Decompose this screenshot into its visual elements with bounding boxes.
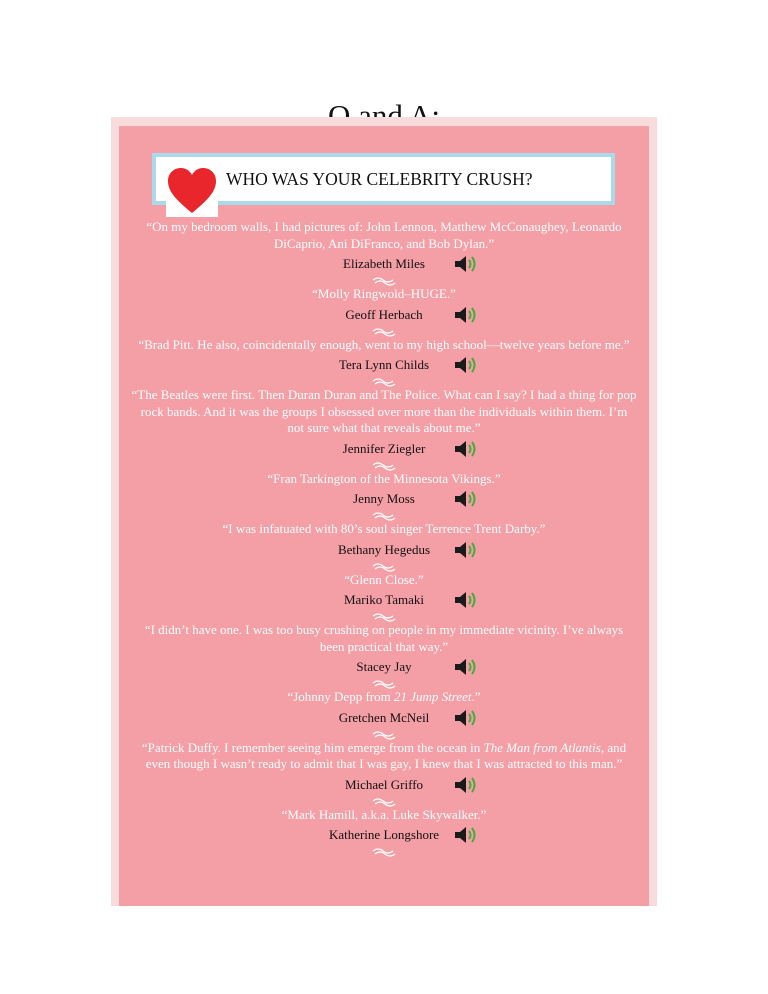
quote-title: 21 Jump Street — [393, 689, 472, 704]
quote-text: “Molly Ringwold–HUGE.” — [312, 286, 456, 301]
speaker-icon[interactable] — [453, 774, 479, 796]
author-name: Bethany Hegedus — [337, 541, 431, 557]
ornament-icon — [372, 512, 396, 521]
author-row: Michael Griffo — [131, 773, 637, 797]
heart-icon — [166, 168, 218, 217]
speaker-icon[interactable] — [453, 707, 479, 729]
author-row: Stacey Jay — [131, 655, 637, 679]
quote-text: “Glenn Close.” — [344, 571, 424, 587]
list-item: “Glenn Close.” Mariko Tamaki — [131, 572, 637, 623]
quote-text-part: “Patrick Duffy. I remember seeing him em… — [141, 739, 484, 755]
list-item: “Mark Hamill, a.k.a. Luke Skywalker.” Ka… — [131, 807, 637, 858]
ornament-icon — [372, 327, 396, 337]
author-row: Mariko Tamaki — [131, 588, 637, 612]
quote-text: “Brad Pitt. He also, coincidentally enou… — [138, 336, 630, 352]
question-box: WHO WAS YOUR CELEBRITY CRUSH? — [152, 153, 615, 205]
question-text: WHO WAS YOUR CELEBRITY CRUSH? — [156, 157, 611, 201]
author-row: Elizabeth Miles — [131, 252, 637, 276]
list-item: “Johnny Depp from 21 Jump Street.” Gretc… — [131, 689, 637, 740]
ornament-icon — [372, 848, 396, 857]
author-name: Elizabeth Miles — [343, 256, 425, 271]
author-row: Gretchen McNeil — [131, 706, 637, 730]
list-item: “Molly Ringwold–HUGE.” Geoff Herbach — [131, 286, 637, 337]
ornament-icon — [372, 562, 396, 572]
quote-text: “I was infatuated with 80’s soul singer … — [222, 521, 546, 536]
quote-text: “Fran Tarkington of the Minnesota Viking… — [267, 470, 501, 486]
quote-text-part: .” — [471, 689, 481, 704]
list-item: “Fran Tarkington of the Minnesota Viking… — [131, 471, 637, 522]
ornament-icon — [372, 613, 396, 622]
ornament-icon — [372, 680, 396, 689]
quote-title: The Man from Atlantis — [483, 739, 601, 755]
ornament-icon — [372, 277, 396, 286]
author-name: Michael Griffo — [344, 776, 424, 792]
quote-text: “Patrick Duffy. I remember seeing him em… — [131, 740, 637, 773]
ornament-icon — [372, 730, 396, 740]
author-name: Katherine Longshore — [328, 827, 440, 842]
speaker-icon[interactable] — [453, 438, 479, 460]
author-row: Katherine Longshore — [131, 823, 637, 847]
quote-text: “Mark Hamill, a.k.a. Luke Skywalker.” — [281, 806, 487, 822]
speaker-icon[interactable] — [453, 824, 479, 846]
author-name: Tera Lynn Childs — [338, 357, 430, 372]
speaker-icon[interactable] — [453, 656, 479, 678]
quote-text: “On my bedroom walls, I had pictures of:… — [146, 219, 622, 251]
author-row: Geoff Herbach — [131, 303, 637, 327]
author-row: Bethany Hegedus — [131, 538, 637, 562]
quote-text: “I didn’t have one. I was too busy crush… — [144, 622, 624, 654]
author-row: Jennifer Ziegler — [131, 437, 637, 461]
speaker-icon[interactable] — [453, 488, 479, 510]
quote-text: “The Beatles were first. Then Duran Dura… — [131, 387, 637, 435]
author-name: Mariko Tamaki — [343, 592, 425, 607]
author-name: Gretchen McNeil — [338, 709, 430, 725]
speaker-icon[interactable] — [453, 589, 479, 611]
quote-text: “Johnny Depp from 21 Jump Street.” — [131, 689, 637, 706]
list-item: “Brad Pitt. He also, coincidentally enou… — [131, 337, 637, 388]
speaker-icon[interactable] — [453, 304, 479, 326]
list-item: “Patrick Duffy. I remember seeing him em… — [131, 740, 637, 807]
ornament-icon — [372, 378, 396, 387]
quote-text-part: “Johnny Depp from — [287, 689, 394, 704]
speaker-icon[interactable] — [453, 354, 479, 376]
speaker-icon[interactable] — [453, 539, 479, 561]
author-row: Jenny Moss — [131, 487, 637, 511]
author-name: Stacey Jay — [356, 659, 412, 674]
entries-list: “On my bedroom walls, I had pictures of:… — [131, 219, 637, 857]
ornament-icon — [372, 797, 396, 807]
author-name: Geoff Herbach — [345, 306, 423, 322]
list-item: “I was infatuated with 80’s soul singer … — [131, 521, 637, 572]
author-name: Jennifer Ziegler — [342, 440, 426, 456]
author-name: Jenny Moss — [353, 491, 415, 506]
list-item: “I didn’t have one. I was too busy crush… — [131, 622, 637, 689]
list-item: “The Beatles were first. Then Duran Dura… — [131, 387, 637, 471]
ornament-icon — [372, 461, 396, 471]
speaker-icon[interactable] — [453, 253, 479, 275]
author-row: Tera Lynn Childs — [131, 353, 637, 377]
list-item: “On my bedroom walls, I had pictures of:… — [131, 219, 637, 286]
